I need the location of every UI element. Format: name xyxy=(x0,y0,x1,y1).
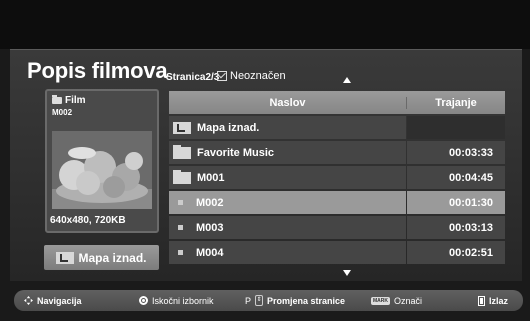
footer-exit-label: Izlaz xyxy=(489,295,509,306)
item-duration: 00:04:45 xyxy=(407,166,505,189)
list-item[interactable]: M004 00:02:51 xyxy=(169,241,505,264)
footer-navigation-label: Navigacija xyxy=(37,295,82,306)
item-title: Mapa iznad. xyxy=(197,121,260,134)
item-duration: 00:03:13 xyxy=(407,216,505,239)
item-title: Favorite Music xyxy=(197,146,275,159)
checkbox-icon xyxy=(217,71,227,81)
item-title: M004 xyxy=(196,246,224,259)
top-band xyxy=(0,0,530,49)
page-key-label: P xyxy=(245,295,252,306)
footer-popup-label: Iskočni izbornik xyxy=(152,295,214,306)
list-item[interactable]: Favorite Music 00:03:33 xyxy=(169,141,505,164)
mark-status-label: Neoznačen xyxy=(230,70,286,82)
item-duration: 00:02:51 xyxy=(407,241,505,264)
item-title: M001 xyxy=(197,171,225,184)
list-item-selected[interactable]: M002 00:01:30 xyxy=(169,191,505,214)
item-duration: 00:03:33 xyxy=(407,141,505,164)
page-indicator: Stranica2/3 xyxy=(166,72,220,83)
folder-up-icon xyxy=(173,121,191,134)
preview-name: M002 xyxy=(52,108,73,117)
footer-bar: Navigacija Iskočni izbornik P ⇕ Promjena… xyxy=(14,290,523,311)
preview-type: Film xyxy=(65,95,86,106)
item-duration: 00:01:30 xyxy=(407,191,505,214)
movie-list: Naslov Trajanje Mapa iznad. Favorite Mus… xyxy=(169,91,505,264)
list-item[interactable]: M001 00:04:45 xyxy=(169,166,505,189)
bullet-icon xyxy=(178,200,183,205)
list-header: Naslov Trajanje xyxy=(169,91,505,114)
mark-key-icon: MARK xyxy=(371,296,390,305)
column-title: Naslov xyxy=(169,96,407,109)
list-item[interactable]: Mapa iznad. xyxy=(169,116,505,139)
footer-navigation: Navigacija xyxy=(24,296,82,306)
preview-resolution: 640x480, 720KB xyxy=(50,215,126,226)
ok-button-icon xyxy=(139,296,148,305)
exit-icon xyxy=(478,295,485,306)
folder-icon xyxy=(173,169,191,184)
column-duration: Trajanje xyxy=(435,96,477,109)
mark-status: Neoznačen xyxy=(217,70,286,82)
footer-exit: Izlaz xyxy=(478,295,509,306)
preview-header: Film xyxy=(52,95,86,106)
list-item[interactable]: M003 00:03:13 xyxy=(169,216,505,239)
folder-icon xyxy=(173,144,191,159)
preview-panel: Film M002 640x480, 720KB xyxy=(45,89,159,233)
navigation-arrows-icon xyxy=(24,296,33,305)
footer-popup-menu: Iskočni izbornik xyxy=(139,296,214,306)
folder-up-icon xyxy=(56,251,75,264)
scroll-up-icon[interactable] xyxy=(343,77,351,83)
parent-folder-label: Mapa iznad. xyxy=(78,250,147,265)
footer-page-label: Promjena stranice xyxy=(267,295,346,306)
bullet-icon xyxy=(178,250,183,255)
preview-thumbnail xyxy=(52,131,152,209)
item-title: M002 xyxy=(196,196,224,209)
footer-page-change: P ⇕ Promjena stranice xyxy=(245,295,345,306)
bullet-icon xyxy=(178,225,183,230)
parent-folder-button[interactable]: Mapa iznad. xyxy=(44,245,159,270)
folder-icon xyxy=(52,95,62,104)
item-title: M003 xyxy=(196,221,224,234)
page-updown-icon: ⇕ xyxy=(255,295,264,306)
item-duration xyxy=(407,116,505,139)
page-title: Popis filmova xyxy=(27,58,168,83)
footer-mark: MARK Označi xyxy=(371,296,422,306)
scroll-down-icon[interactable] xyxy=(343,270,351,276)
footer-mark-label: Označi xyxy=(394,295,423,306)
